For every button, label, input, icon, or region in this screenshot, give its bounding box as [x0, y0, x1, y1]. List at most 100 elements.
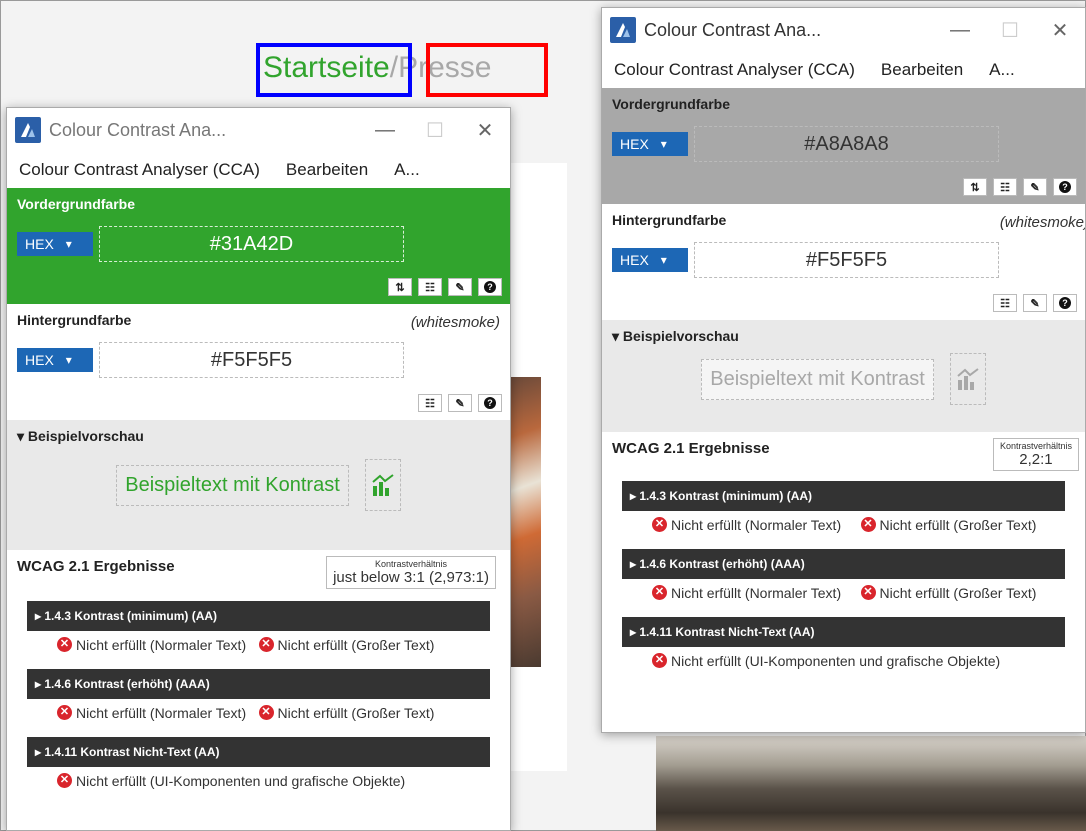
result-text: Nicht erfüllt (UI-Komponenten und grafis… [671, 653, 1001, 669]
swap-icon[interactable]: ⇅ [388, 278, 412, 296]
foreground-hex-input[interactable]: #A8A8A8 [694, 126, 999, 162]
criterion-header[interactable]: ▸ 1.4.11 Kontrast Nicht-Text (AA) [622, 617, 1065, 647]
cca-window-left: Colour Contrast Ana... — ☐ ✕ Colour Cont… [6, 107, 511, 831]
criterion-results: ✕ Nicht erfüllt (UI-Komponenten und grafi… [17, 767, 500, 795]
foreground-section: Vordergrundfarbe HEX ▾ #A8A8A8 ⇅ ☷ ✎ ? [602, 88, 1085, 204]
highlight-box-red [426, 43, 548, 97]
fail-icon: ✕ [258, 637, 274, 652]
background-section: Hintergrundfarbe (whitesmoke) HEX ▾ #F5F5… [602, 204, 1085, 320]
background-hex-input[interactable]: #F5F5F5 [99, 342, 404, 378]
background-color-name: (whitesmoke) [999, 214, 1086, 231]
cca-window-right: Colour Contrast Ana... — ☐ ✕ Colour Cont… [601, 7, 1086, 733]
foreground-tools: ⇅ ☷ ✎ ? [963, 178, 1077, 196]
background-tools: ☷ ✎ ? [418, 394, 502, 412]
eyedropper-icon[interactable]: ✎ [448, 394, 472, 412]
eyedropper-icon[interactable]: ✎ [1023, 294, 1047, 312]
menu-bearbeiten[interactable]: Bearbeiten [286, 160, 368, 180]
menu-cca[interactable]: Colour Contrast Analyser (CCA) [614, 60, 855, 80]
criterion-header[interactable]: ▸ 1.4.3 Kontrast (minimum) (AA) [27, 601, 490, 631]
help-icon[interactable]: ? [478, 278, 502, 296]
window-title: Colour Contrast Ana... [644, 19, 822, 40]
title-bar[interactable]: Colour Contrast Ana... — ☐ ✕ [602, 8, 1085, 52]
format-value: HEX [620, 252, 649, 268]
chevron-down-icon: ▾ [65, 353, 72, 367]
eyedropper-icon[interactable]: ✎ [1023, 178, 1047, 196]
menu-bar: Colour Contrast Analyser (CCA) Bearbeite… [602, 52, 1085, 88]
foreground-label: Vordergrundfarbe [612, 96, 730, 112]
criterion-header[interactable]: ▸ 1.4.6 Kontrast (erhöht) (AAA) [27, 669, 490, 699]
results-section: WCAG 2.1 Ergebnisse Kontrastverhältnis j… [7, 550, 510, 803]
swap-icon[interactable]: ⇅ [963, 178, 987, 196]
menu-more[interactable]: A... [989, 60, 1015, 80]
chart-icon[interactable] [949, 353, 986, 405]
fail-icon: ✕ [860, 585, 876, 600]
chevron-down-icon: ▾ [65, 237, 72, 251]
criterion-results: ✕ Nicht erfüllt (Normaler Text) ✕ Nicht er… [17, 699, 500, 727]
help-icon[interactable]: ? [478, 394, 502, 412]
title-bar[interactable]: Colour Contrast Ana... — ☐ ✕ [7, 108, 510, 152]
chevron-down-icon: ▾ [660, 253, 667, 267]
contrast-ratio-box: Kontrastverhältnis just below 3:1 (2,973… [326, 556, 496, 589]
menu-cca[interactable]: Colour Contrast Analyser (CCA) [19, 160, 260, 180]
result-text: Nicht erfüllt (UI-Komponenten und grafis… [76, 773, 406, 789]
preview-section: ▾ Beispielvorschau Beispieltext mit Kont… [602, 320, 1085, 432]
foreground-hex-input[interactable]: #31A42D [99, 226, 404, 262]
maximize-button[interactable]: ☐ [410, 118, 460, 143]
menu-bar: Colour Contrast Analyser (CCA) Bearbeite… [7, 152, 510, 188]
result-text: Nicht erfüllt (Normaler Text) [671, 517, 842, 533]
contrast-ratio-box: Kontrastverhältnis 2,2:1 [992, 438, 1079, 471]
criterion-header[interactable]: ▸ 1.4.6 Kontrast (erhöht) (AAA) [622, 549, 1065, 579]
fail-icon: ✕ [652, 585, 667, 600]
menu-bearbeiten[interactable]: Bearbeiten [881, 60, 963, 80]
fail-icon: ✕ [652, 653, 667, 668]
preview-sample-text: Beispieltext mit Kontrast [116, 464, 349, 506]
format-select[interactable]: HEX ▾ [17, 348, 93, 372]
menu-more[interactable]: A... [394, 160, 420, 180]
chart-icon[interactable] [364, 459, 401, 511]
help-icon[interactable]: ? [1053, 294, 1077, 312]
fail-icon: ✕ [860, 517, 876, 532]
criterion-results: ✕ Nicht erfüllt (UI-Komponenten und grafi… [612, 647, 1075, 675]
fail-icon: ✕ [652, 517, 667, 532]
foreground-section: Vordergrundfarbe HEX ▾ #31A42D ⇅ ☷ ✎ ? [7, 188, 510, 304]
sliders-icon[interactable]: ☷ [993, 294, 1017, 312]
ratio-value: 2,2:1 [1019, 451, 1053, 468]
sliders-icon[interactable]: ☷ [418, 278, 442, 296]
help-icon[interactable]: ? [1053, 178, 1077, 196]
chevron-down-icon: ▾ [660, 137, 667, 151]
minimize-button[interactable]: — [935, 19, 985, 42]
background-tools: ☷ ✎ ? [993, 294, 1077, 312]
foreground-tools: ⇅ ☷ ✎ ? [388, 278, 502, 296]
ratio-label: Kontrastverhältnis [375, 559, 448, 569]
preview-toggle[interactable]: ▾ Beispielvorschau [612, 328, 1075, 345]
result-text: Nicht erfüllt (Normaler Text) [76, 637, 247, 653]
minimize-button[interactable]: — [360, 119, 410, 142]
criterion-header[interactable]: ▸ 1.4.3 Kontrast (minimum) (AA) [622, 481, 1065, 511]
criterion-results: ✕ Nicht erfüllt (Normaler Text) ✕ Nicht er… [17, 631, 500, 659]
background-hex-input[interactable]: #F5F5F5 [694, 242, 999, 278]
eyedropper-icon[interactable]: ✎ [448, 278, 472, 296]
format-select[interactable]: HEX ▾ [612, 132, 688, 156]
fail-icon: ✕ [258, 705, 274, 720]
preview-sample-text: Beispieltext mit Kontrast [701, 358, 934, 400]
criterion-header[interactable]: ▸ 1.4.11 Kontrast Nicht-Text (AA) [27, 737, 490, 767]
results-section: WCAG 2.1 Ergebnisse Kontrastverhältnis 2… [602, 432, 1085, 683]
format-select[interactable]: HEX ▾ [612, 248, 688, 272]
result-text: Nicht erfüllt (Normaler Text) [76, 705, 247, 721]
sliders-icon[interactable]: ☷ [993, 178, 1017, 196]
format-select[interactable]: HEX ▾ [17, 232, 93, 256]
result-text: Nicht erfüllt (Großer Text) [277, 637, 435, 653]
criterion-results: ✕ Nicht erfüllt (Normaler Text) ✕ Nicht er… [612, 579, 1075, 607]
close-button[interactable]: ✕ [1035, 18, 1085, 43]
ratio-value: just below 3:1 (2,973:1) [333, 569, 489, 586]
sliders-icon[interactable]: ☷ [418, 394, 442, 412]
result-text: Nicht erfüllt (Großer Text) [277, 705, 435, 721]
fail-icon: ✕ [57, 637, 72, 652]
highlight-box-blue [256, 43, 412, 97]
background-section: Hintergrundfarbe (whitesmoke) HEX ▾ #F5F5… [7, 304, 510, 420]
result-text: Nicht erfüllt (Großer Text) [879, 585, 1037, 601]
preview-toggle[interactable]: ▾ Beispielvorschau [17, 428, 500, 445]
maximize-button[interactable]: ☐ [985, 18, 1035, 43]
format-value: HEX [25, 236, 54, 252]
close-button[interactable]: ✕ [460, 118, 510, 143]
